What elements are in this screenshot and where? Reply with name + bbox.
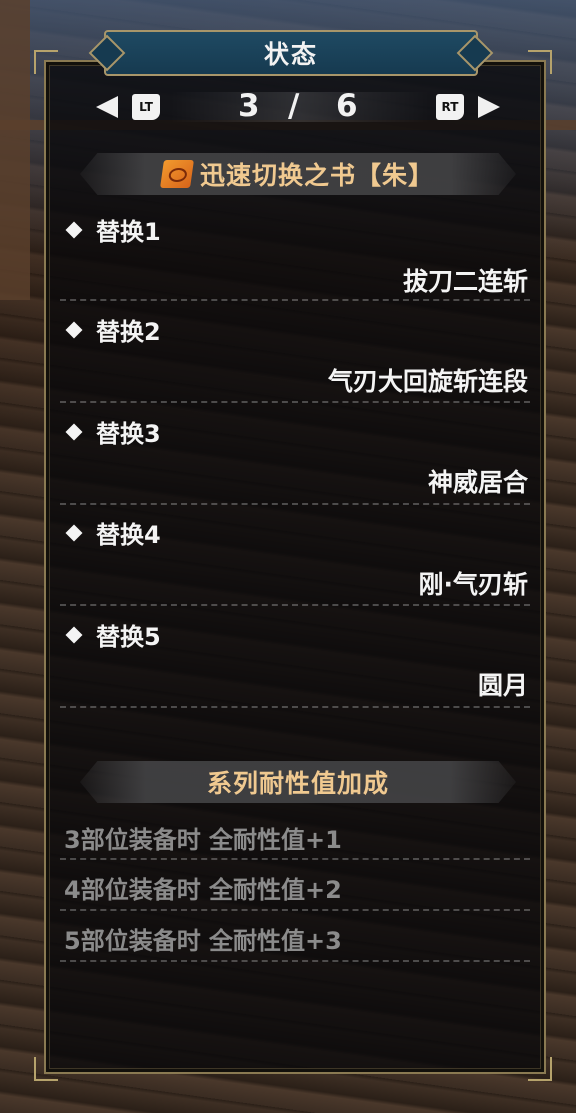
divider [60,858,530,860]
diamond-icon [65,626,83,643]
frame-corner [34,50,58,74]
entry-label: 替换1 [96,218,161,246]
entry-value: 刚·气刃斩 [418,570,529,599]
entry-label: 替换2 [96,318,161,346]
page-separator: / [288,88,300,124]
divider [60,960,530,962]
entry-value: 拔刀二连斩 [402,267,528,296]
entry-value: 圆月 [477,671,528,700]
arrow-right-icon[interactable] [478,96,500,118]
set-bonus-title: 系列耐性值加成 [206,769,389,798]
list-item-label: 替换3 [65,414,161,449]
window-title: 状态 [263,40,318,69]
diamond-icon [65,221,83,238]
rt-button[interactable]: RT [436,94,464,120]
divider [60,503,530,505]
title-bar: 状态 [104,30,478,76]
bonus-line: 3部位装备时 全耐性值+1 [64,826,342,854]
page-track [170,92,430,122]
list-item-label: 替换1 [65,212,161,247]
entry-label: 替换4 [96,521,161,549]
book-title: 迅速切换之书【朱】 [199,161,434,190]
diamond-icon [65,423,83,440]
page-navigator: LT 3 / 6 RT [90,88,510,128]
divider [60,604,530,606]
diamond-icon [65,524,83,541]
divider [60,401,530,403]
scroll-book-icon [160,160,194,188]
divider [60,706,530,708]
total-pages: 6 [336,88,358,124]
bonus-line: 5部位装备时 全耐性值+3 [64,927,342,955]
diamond-icon [65,321,83,338]
list-item-label: 替换4 [65,515,161,550]
book-header: 迅速切换之书【朱】 [80,153,516,195]
bonus-line: 4部位装备时 全耐性值+2 [64,876,342,904]
frame-corner [528,1057,552,1081]
entry-value: 神威居合 [427,468,528,497]
frame-corner [34,1057,58,1081]
entry-label: 替换5 [96,623,161,651]
current-page: 3 [238,88,260,124]
entry-label: 替换3 [96,420,161,448]
background-pillar [0,0,30,300]
arrow-left-icon[interactable] [96,96,118,118]
divider [60,909,530,911]
frame-corner [528,50,552,74]
lt-button[interactable]: LT [132,94,160,120]
list-item-label: 替换5 [65,617,161,652]
entry-value: 气刃大回旋斩连段 [327,367,528,396]
divider [60,299,530,301]
list-item-label: 替换2 [65,312,161,347]
set-bonus-header: 系列耐性值加成 [80,761,516,803]
